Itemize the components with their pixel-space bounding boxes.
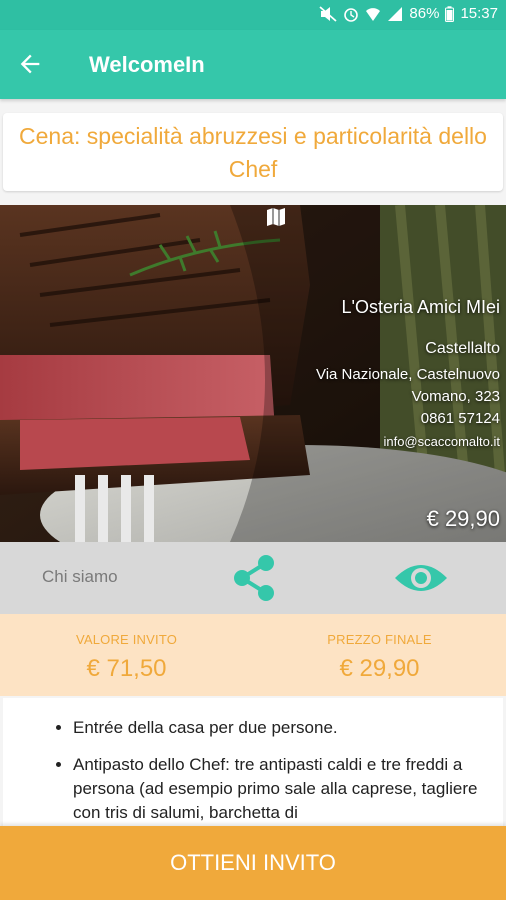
price-summary: VALORE INVITO € 71,50 PREZZO FINALE € 29…: [0, 614, 506, 696]
app-bar: WelcomeIn: [0, 30, 506, 99]
value-amount: € 71,50: [86, 655, 167, 682]
mute-icon: [319, 5, 338, 22]
map-icon[interactable]: [264, 205, 288, 229]
restaurant-address: Via Nazionale, Castelnuovo: [315, 366, 500, 383]
battery-percent: 86%: [409, 5, 440, 22]
wifi-icon: [366, 7, 381, 21]
restaurant-email[interactable]: info@scaccomalto.it: [316, 434, 500, 449]
value-column: VALORE INVITO € 71,50: [0, 632, 253, 683]
final-column: PREZZO FINALE € 29,90: [253, 632, 506, 683]
arrow-left-icon[interactable]: [16, 50, 44, 78]
restaurant-address-2: Vomano, 323: [411, 388, 500, 405]
clock: 15:37: [460, 5, 498, 22]
alarm-icon: [344, 7, 359, 22]
value-label: VALORE INVITO: [75, 632, 178, 647]
status-bar: 86% 15:37: [0, 0, 506, 30]
restaurant-phone[interactable]: 0861 57124: [316, 408, 500, 430]
status-icons: 86% 15:37: [319, 5, 498, 22]
offer-title: Cena: specialità abruzzesi e particolari…: [3, 113, 503, 191]
app-title: WelcomeIn: [89, 52, 205, 77]
battery-icon: [445, 5, 455, 22]
share-icon[interactable]: [230, 553, 278, 603]
description-list: Entrée della casa per due persone. Antip…: [3, 698, 503, 825]
restaurant-name: L'Osteria Amici MIei: [341, 297, 500, 317]
action-bar: Chi siamo: [0, 542, 506, 614]
restaurant-info: L'Osteria Amici MIei Castellalto Via Naz…: [316, 297, 500, 449]
list-item: Entrée della casa per due persone.: [73, 716, 483, 740]
eye-icon[interactable]: [393, 560, 449, 596]
restaurant-city: Castellalto: [425, 340, 500, 357]
final-amount: € 29,90: [339, 655, 420, 682]
list-item: Antipasto dello Chef: tre antipasti cald…: [73, 753, 483, 825]
signal-icon: [388, 6, 403, 21]
get-invite-button[interactable]: OTTIENI INVITO: [0, 826, 506, 900]
about-button[interactable]: Chi siamo: [42, 567, 118, 587]
hero-price: € 29,90: [426, 506, 500, 531]
restaurant-hero: L'Osteria Amici MIei Castellalto Via Naz…: [0, 205, 506, 542]
final-label: PREZZO FINALE: [327, 632, 432, 647]
offer-description: Entrée della casa per due persone. Antip…: [3, 698, 503, 838]
